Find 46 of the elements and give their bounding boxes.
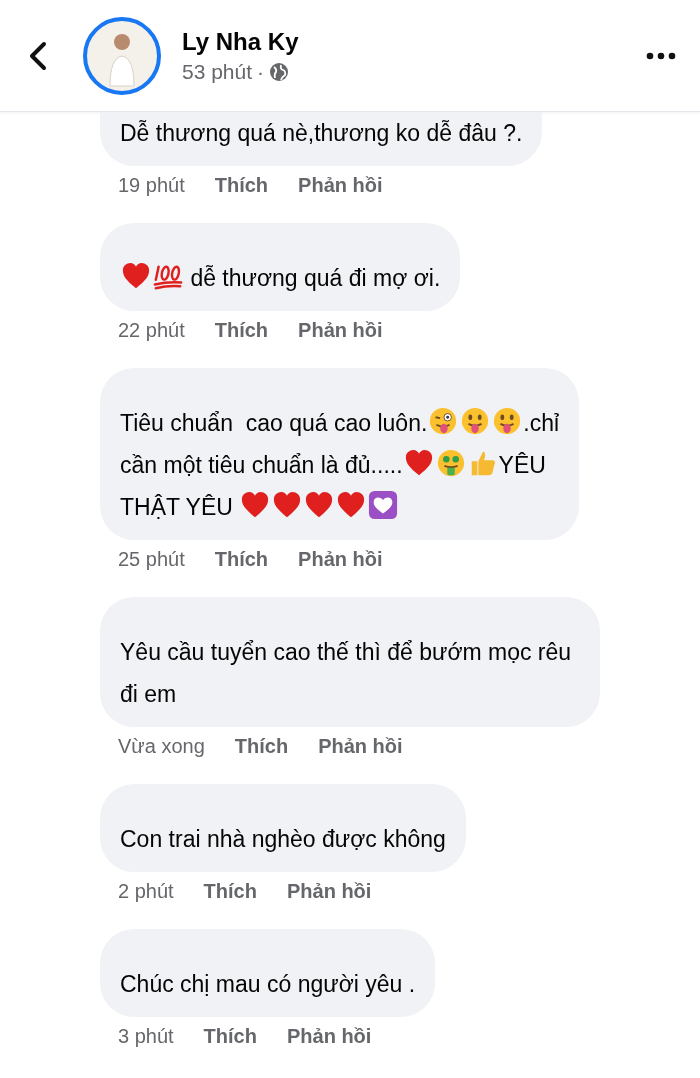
- like-link[interactable]: Thích: [234, 735, 289, 758]
- comment-time: 19 phút: [118, 174, 185, 197]
- avatar[interactable]: [82, 15, 162, 96]
- like-link[interactable]: Thích: [214, 174, 269, 197]
- winking-tongue-face-icon: [428, 406, 459, 436]
- comment-time: 22 phút: [118, 319, 185, 342]
- heart-icon: [336, 490, 367, 520]
- tongue-face-icon: [460, 406, 491, 436]
- reply-link[interactable]: Phản hồi: [298, 174, 383, 197]
- heart-icon: [304, 490, 335, 520]
- reply-link[interactable]: Phản hồi: [286, 880, 372, 903]
- money-mouth-face-icon: [435, 448, 466, 478]
- comment-time: 25 phút: [118, 548, 185, 571]
- like-link[interactable]: Thích: [214, 319, 269, 342]
- globe-icon: [269, 61, 290, 82]
- like-link[interactable]: Thích: [214, 548, 269, 571]
- post-time: 53 phút: [182, 59, 253, 84]
- comment-text: YÊU: [498, 452, 546, 478]
- heart-decoration-icon: [368, 490, 399, 520]
- heart-icon: [403, 448, 434, 478]
- reply-link[interactable]: Phản hồi: [318, 735, 403, 758]
- author-name[interactable]: Ly Nha Ky: [182, 27, 646, 56]
- reply-link[interactable]: Phản hồi: [298, 548, 383, 571]
- comment-text: Con trai nhà nghèo được không: [120, 826, 446, 852]
- like-link[interactable]: Thích: [203, 1025, 257, 1048]
- comment-text: Tiêu chuẩn cao quá cao luôn.: [120, 410, 428, 436]
- reply-link[interactable]: Phản hồi: [298, 319, 383, 342]
- comment-text: Yêu cầu tuyển cao thế thì để bướm mọc rêu đi em: [120, 639, 573, 707]
- comment-text: .chỉ: [523, 410, 560, 436]
- tongue-face-icon: [492, 406, 523, 436]
- back-icon[interactable]: [28, 40, 48, 71]
- comment-text: cần một tiêu chuẩn là đủ.....: [120, 452, 403, 478]
- reply-link[interactable]: Phản hồi: [286, 1025, 372, 1048]
- comment-text: dễ thương quá đi mợ ơi.: [189, 265, 441, 291]
- comment-time: 3 phút: [118, 1025, 174, 1048]
- heart-icon: [121, 261, 151, 291]
- comment-text: Chúc chị mau có người yêu .: [120, 971, 416, 997]
- comment-time: 2 phút: [118, 880, 174, 903]
- comment-time: Vừa xong: [118, 735, 205, 758]
- more-icon[interactable]: [646, 51, 676, 60]
- comment-text: THẬT YÊU: [120, 494, 234, 520]
- heart-icon: [240, 490, 271, 520]
- like-link[interactable]: Thích: [203, 880, 257, 903]
- separator: ·: [257, 59, 265, 84]
- heart-icon: [272, 490, 303, 520]
- comment-text: Dễ thương quá nè,thương ko dễ đâu ?.: [120, 120, 523, 146]
